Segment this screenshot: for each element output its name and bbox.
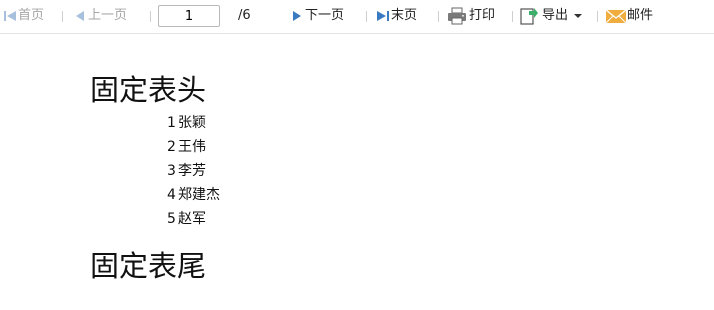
page-number-input[interactable]	[158, 5, 220, 27]
row-index: 4	[167, 187, 176, 203]
last-page-label: 末页	[391, 8, 418, 23]
row-name: 张颖	[178, 115, 206, 131]
toolbar-separator	[62, 11, 63, 22]
first-page-label: 首页	[18, 8, 45, 23]
table-row: 3 李芳	[167, 159, 220, 183]
next-page-label: 下一页	[305, 8, 345, 23]
export-button[interactable]: 导出	[519, 4, 583, 28]
prev-page-icon	[72, 8, 88, 24]
row-index: 1	[167, 115, 176, 131]
prev-page-button[interactable]: 上一页	[72, 4, 127, 28]
row-name: 赵军	[178, 211, 206, 227]
toolbar-separator	[512, 11, 513, 22]
table-row: 4 郑建杰	[167, 183, 220, 207]
prev-page-label: 上一页	[88, 8, 128, 23]
table-row: 1 张颖	[167, 111, 220, 135]
mail-label: 邮件	[627, 8, 654, 23]
page-total: /6	[238, 8, 251, 23]
printer-icon	[447, 7, 467, 25]
first-page-button[interactable]: 首页	[2, 4, 44, 28]
export-label: 导出	[542, 8, 569, 23]
toolbar-separator	[438, 11, 439, 22]
row-name: 郑建杰	[178, 187, 220, 203]
row-index: 5	[167, 211, 176, 227]
last-page-icon	[375, 8, 391, 24]
next-page-icon	[289, 8, 305, 24]
row-name: 王伟	[178, 139, 206, 155]
last-page-button[interactable]: 末页	[375, 4, 417, 28]
next-page-button[interactable]: 下一页	[289, 4, 344, 28]
export-icon	[519, 6, 539, 26]
print-label: 打印	[469, 8, 496, 23]
toolbar-separator	[597, 11, 598, 22]
table-row: 5 赵军	[167, 207, 220, 231]
chevron-down-icon	[574, 13, 583, 19]
row-index: 3	[167, 163, 176, 179]
toolbar-separator	[366, 11, 367, 22]
report-toolbar: 首页 上一页 /6 下一页 末页	[0, 0, 714, 34]
mail-icon	[605, 8, 627, 24]
report-header-title: 固定表头	[90, 73, 207, 107]
print-button[interactable]: 打印	[447, 4, 495, 28]
toolbar-separator	[150, 11, 151, 22]
row-index: 2	[167, 139, 176, 155]
mail-button[interactable]: 邮件	[605, 4, 653, 28]
row-name: 李芳	[178, 163, 206, 179]
report-rows: 1 张颖 2 王伟 3 李芳 4 郑建杰 5 赵军	[167, 111, 220, 231]
table-row: 2 王伟	[167, 135, 220, 159]
first-page-icon	[2, 8, 18, 24]
report-footer-title: 固定表尾	[90, 249, 207, 283]
